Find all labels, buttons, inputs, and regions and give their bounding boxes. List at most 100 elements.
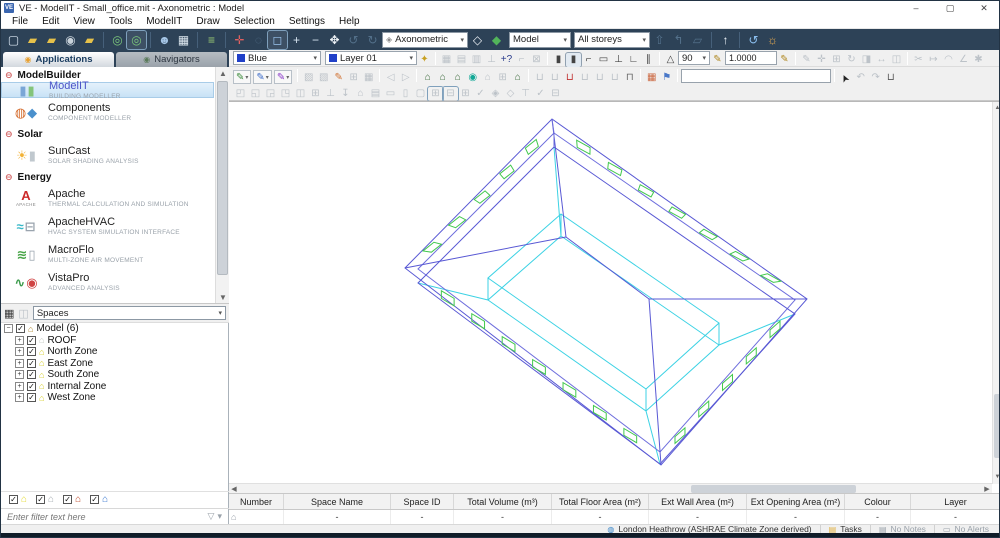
wireframe-view-icon[interactable]: ◇ — [468, 31, 487, 49]
north-arrow-icon[interactable]: ↑ — [716, 31, 735, 49]
save-model-icon[interactable]: ▰ — [42, 31, 61, 49]
delete-space-icon[interactable]: ⊔ — [562, 71, 577, 85]
cell-ext-wall-area-m[interactable]: - — [649, 510, 747, 524]
scrollbar-thumb[interactable] — [994, 394, 1000, 458]
expand-icon[interactable]: + — [15, 382, 24, 391]
tree-item-roof[interactable]: +✓⌂ROOF — [1, 335, 215, 347]
scale-input[interactable] — [725, 51, 777, 65]
purge-model-icon[interactable]: ⊓ — [622, 71, 637, 85]
zoom-extents-icon[interactable]: ✛ — [230, 31, 249, 49]
app-item-apachehvac[interactable]: ≈⊟ApacheHVACHVAC SYSTEM SIMULATION INTER… — [1, 212, 214, 240]
cell-layer[interactable]: - — [911, 510, 1000, 524]
visibility-checkbox[interactable]: ✓ — [27, 393, 36, 402]
space-filter-yellow-checkbox[interactable]: ✓ — [9, 495, 18, 504]
cell-number[interactable]: ⌂ — [229, 510, 284, 524]
space-name-input[interactable] — [681, 69, 831, 83]
scroll-down-icon[interactable]: ▼ — [216, 291, 229, 304]
tree-label[interactable]: Internal Zone — [47, 381, 106, 392]
section-solar[interactable]: ⊖Solar — [1, 126, 229, 141]
app-item-modelit[interactable]: ▮▮ModelITBUILDING MODELLER — [1, 82, 214, 98]
cell-ext-opening-area-m[interactable]: - — [747, 510, 845, 524]
zoom-out-icon[interactable]: − — [306, 31, 325, 49]
column-header-layer[interactable]: Layer — [911, 494, 1000, 509]
section-energy[interactable]: ⊖Energy — [1, 169, 229, 184]
select-cursor-icon[interactable]: ➤ — [838, 71, 853, 85]
column-header-ext-opening-area-m[interactable]: Ext Opening Area (m²) — [747, 494, 845, 509]
menu-item-view[interactable]: View — [66, 16, 102, 27]
chevron-down-icon[interactable]: ▾ — [217, 511, 222, 522]
collapse-icon[interactable]: ⊖ — [5, 172, 13, 183]
model-level-select[interactable]: Model ▾ — [509, 32, 571, 48]
zoom-window-icon[interactable]: ◻ — [268, 31, 287, 49]
menu-item-help[interactable]: Help — [332, 16, 367, 27]
scroll-up-icon[interactable]: ▲ — [993, 102, 1000, 115]
cell-space-id[interactable]: - — [391, 510, 454, 524]
refresh-view-icon[interactable]: ↺ — [744, 31, 763, 49]
open-cd-icon[interactable]: ◉ — [61, 31, 80, 49]
table-row[interactable]: ⌂-------- — [229, 510, 1000, 524]
layer-key-icon[interactable]: ✦ — [417, 53, 432, 67]
space-filter-blue-checkbox[interactable]: ✓ — [90, 495, 99, 504]
tree-label[interactable]: South Zone — [47, 369, 99, 380]
visibility-checkbox[interactable]: ✓ — [16, 324, 25, 333]
wireframe-model[interactable] — [229, 102, 992, 484]
expand-icon[interactable]: + — [15, 336, 24, 345]
delta-angle-icon[interactable]: △ — [663, 53, 678, 67]
pen-colour-select[interactable]: Blue ▾ — [233, 51, 321, 65]
snap-lock-active-icon[interactable]: ▮ — [566, 53, 581, 67]
import-model-icon[interactable]: ▰ — [80, 31, 99, 49]
parallel-snap-icon[interactable]: ∥ — [641, 53, 656, 67]
filter-input[interactable] — [5, 511, 208, 523]
menu-item-edit[interactable]: Edit — [35, 16, 66, 27]
cell-total-floor-area-m[interactable]: - — [552, 510, 649, 524]
column-header-colour[interactable]: Colour — [845, 494, 911, 509]
snap-lock-icon[interactable]: ▮ — [551, 53, 566, 67]
decorate-icon[interactable]: ⚑ — [659, 71, 674, 85]
scrollbar-thumb[interactable] — [691, 485, 856, 493]
profile-pen-select[interactable]: ✎▾ — [233, 70, 251, 84]
new-model-icon[interactable]: ▢ — [4, 31, 23, 49]
expand-icon[interactable]: − — [4, 324, 13, 333]
tree-item-west-zone[interactable]: +✓⌂West Zone — [1, 392, 215, 404]
assign-key-icon[interactable]: ✎ — [710, 53, 725, 67]
tree-item-model-root[interactable]: −✓⌂Model (6) — [1, 323, 215, 335]
tabular-report-icon[interactable]: ▦ — [174, 31, 193, 49]
expand-icon[interactable]: + — [15, 359, 24, 368]
tab-navigators[interactable]: ◉ Navigators — [116, 52, 227, 67]
close-button[interactable]: ✕ — [967, 3, 1000, 14]
menu-item-file[interactable]: File — [5, 16, 35, 27]
angle-snap-icon[interactable]: ∟ — [626, 53, 641, 67]
app-item-macroflo[interactable]: ≋▯MacroFloMULTI-ZONE AIR MOVEMENT — [1, 240, 214, 268]
rectangle-tool-icon[interactable]: ▭ — [596, 53, 611, 67]
open-model-icon[interactable]: ▰ — [23, 31, 42, 49]
space-filter-grey-checkbox[interactable]: ✓ — [36, 495, 45, 504]
cell-total-volume-m[interactable]: - — [454, 510, 552, 524]
model-viewport[interactable]: ▲ ▼ ◀ ▶ — [229, 101, 1000, 493]
scrollbar-thumb[interactable] — [217, 81, 228, 275]
tree-item-internal-zone[interactable]: +✓⌂Internal Zone — [1, 381, 215, 393]
menu-item-draw[interactable]: Draw — [189, 16, 226, 27]
browser-mode-select[interactable]: Spaces ▾ — [33, 306, 226, 320]
scroll-left-icon[interactable]: ◀ — [229, 485, 239, 493]
schedule-icon[interactable]: ▦ — [644, 71, 659, 85]
visibility-checkbox[interactable]: ✓ — [27, 359, 36, 368]
menu-item-selection[interactable]: Selection — [227, 16, 282, 27]
visibility-checkbox[interactable]: ✓ — [27, 336, 36, 345]
aplocate-edit-icon[interactable]: ◎ — [127, 31, 146, 49]
viewport-hscrollbar[interactable]: ◀ ▶ — [229, 483, 992, 493]
tree-label[interactable]: North Zone — [47, 346, 97, 357]
project-data-icon[interactable]: ☻ — [155, 31, 174, 49]
cell-colour[interactable]: - — [845, 510, 911, 524]
space-pen-select[interactable]: ✎▾ — [253, 70, 271, 84]
perpendicular-snap-icon[interactable]: ⊥ — [611, 53, 626, 67]
expand-icon[interactable]: + — [15, 393, 24, 402]
measure-key-icon[interactable]: ✎ — [777, 53, 792, 67]
tree-label[interactable]: East Zone — [47, 358, 93, 369]
visibility-checkbox[interactable]: ✓ — [27, 347, 36, 356]
expand-icon[interactable]: + — [15, 370, 24, 379]
app-item-suncast[interactable]: ☀▮SunCastSOLAR SHADING ANALYSIS — [1, 141, 214, 169]
scroll-right-icon[interactable]: ▶ — [982, 485, 992, 493]
visibility-checkbox[interactable]: ✓ — [27, 382, 36, 391]
scroll-down-icon[interactable]: ▼ — [993, 471, 1000, 484]
menu-item-settings[interactable]: Settings — [282, 16, 332, 27]
